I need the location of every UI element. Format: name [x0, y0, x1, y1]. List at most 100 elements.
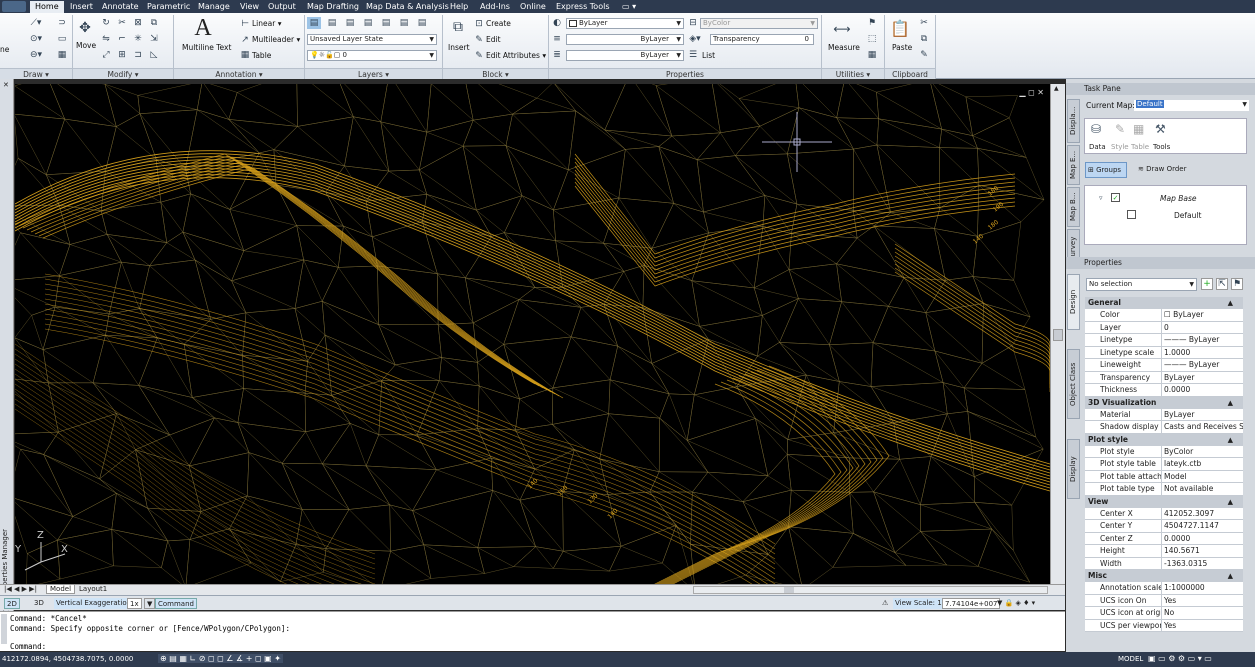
property-row[interactable]: Color ☐ ByLayer: [1085, 309, 1243, 322]
layer-previous-icon[interactable]: ▤: [344, 17, 356, 29]
scroll-thumb[interactable]: [1053, 329, 1063, 341]
tab-map-drafting[interactable]: Map Drafting: [307, 1, 359, 13]
copy-icon[interactable]: ⧉: [148, 17, 160, 29]
list-icon[interactable]: ☰: [688, 50, 698, 60]
property-row[interactable]: Shadow display Casts and Receives S...: [1085, 421, 1243, 434]
tools-icon[interactable]: ⚒: [1155, 122, 1166, 136]
layer-combo[interactable]: 💡☼🔓▢ 0 ▼: [307, 50, 437, 61]
cut-icon[interactable]: ✂: [918, 17, 930, 29]
rectangle-icon[interactable]: ▭: [56, 33, 68, 45]
collapse-icon[interactable]: ▲: [1228, 496, 1233, 508]
offset-icon[interactable]: ⊐: [132, 49, 144, 61]
linetype-combo[interactable]: ByLayer ▼: [566, 34, 684, 45]
property-row[interactable]: UCS icon at origin No: [1085, 607, 1243, 620]
properties-panel-label[interactable]: Properties: [549, 68, 821, 79]
edit-attributes-icon[interactable]: ✎: [474, 51, 484, 61]
table-button-label[interactable]: Table: [1131, 143, 1149, 151]
hatch-icon[interactable]: ▦: [56, 49, 68, 61]
property-value[interactable]: 1:1000000: [1164, 582, 1243, 594]
data-button-label[interactable]: Data: [1089, 143, 1106, 151]
property-row[interactable]: Plot style ByColor: [1085, 445, 1243, 458]
insert-block-icon[interactable]: ⧉: [448, 17, 468, 37]
property-row[interactable]: Thickness 0.0000: [1085, 384, 1243, 397]
property-category[interactable]: Plot style ▲: [1085, 433, 1243, 446]
property-value[interactable]: Casts and Receives S...: [1164, 421, 1243, 433]
h-scroll-thumb[interactable]: [784, 587, 794, 593]
default-layer-checkbox[interactable]: [1127, 210, 1136, 219]
edit-block-icon[interactable]: ✎: [474, 35, 484, 45]
annotation-panel-label[interactable]: Annotation ▾: [174, 68, 304, 79]
data-icon[interactable]: ⛁: [1091, 122, 1101, 136]
prop-tab-display[interactable]: Display: [1067, 439, 1080, 499]
measure-icon[interactable]: ⟷: [830, 21, 854, 37]
edit-label[interactable]: Edit: [486, 35, 501, 45]
color-combo[interactable]: ByLayer ▼: [566, 18, 684, 29]
collapse-icon[interactable]: ▲: [1228, 297, 1233, 309]
property-row[interactable]: Height 140.5671: [1085, 545, 1243, 558]
property-row[interactable]: Linetype scale 1.0000: [1085, 346, 1243, 359]
property-value[interactable]: 0.0000: [1164, 533, 1243, 545]
copy-clip-icon[interactable]: ⧉: [918, 33, 930, 45]
tab-view[interactable]: View: [240, 1, 259, 13]
property-category[interactable]: General ▲: [1085, 297, 1243, 309]
paste-icon[interactable]: 📋: [890, 17, 910, 39]
quick-select-icon[interactable]: ⚑: [866, 17, 878, 29]
block-panel-label[interactable]: Block ▾: [443, 68, 548, 79]
mirror-icon[interactable]: ⇋: [100, 33, 112, 45]
layer-isolate-icon[interactable]: ▤: [362, 17, 374, 29]
layer-off-icon[interactable]: ▤: [416, 17, 428, 29]
property-value[interactable]: 140.5671: [1164, 545, 1243, 557]
tools-button-label[interactable]: Tools: [1153, 143, 1170, 151]
paste-label[interactable]: Paste: [892, 43, 912, 53]
property-value[interactable]: ByLayer: [1164, 409, 1243, 421]
property-row[interactable]: Plot style table lateyk.ctb: [1085, 458, 1243, 471]
draw-order-button[interactable]: ≋ Draw Order: [1138, 162, 1208, 178]
property-category[interactable]: 3D Visualization ▲: [1085, 396, 1243, 409]
prop-tab-object-class[interactable]: Object Class: [1067, 349, 1080, 419]
multiline-text-label[interactable]: Multiline Text: [182, 43, 231, 53]
property-row[interactable]: UCS per viewport Yes: [1085, 619, 1243, 632]
tab-online[interactable]: Online: [520, 1, 546, 13]
create-label[interactable]: Create: [486, 19, 511, 29]
tab-parametric[interactable]: Parametric: [147, 1, 190, 13]
scroll-up-arrow[interactable]: ▲: [1054, 85, 1059, 92]
linear-dimension-icon[interactable]: ⊢: [240, 19, 250, 29]
rotate-icon[interactable]: ↻: [100, 17, 112, 29]
tab-home[interactable]: Home: [30, 1, 64, 13]
default-layer[interactable]: Default: [1174, 211, 1201, 220]
groups-button[interactable]: ⊞ Groups: [1085, 162, 1127, 178]
layers-panel-label[interactable]: Layers ▾: [305, 68, 442, 79]
measure-label[interactable]: Measure: [828, 43, 860, 53]
property-category[interactable]: View ▲: [1085, 495, 1243, 508]
layer-properties-icon[interactable]: ▤: [307, 17, 321, 29]
tab-insert[interactable]: Insert: [70, 1, 93, 13]
multileader-label[interactable]: Multileader ▾: [252, 35, 300, 45]
insert-label[interactable]: Insert: [448, 43, 470, 53]
task-tab-map-book[interactable]: Map B...: [1067, 187, 1080, 227]
property-value[interactable]: Not available: [1164, 483, 1243, 495]
layer-match-icon[interactable]: ▤: [326, 17, 338, 29]
property-row[interactable]: Center Y 4504727.1147: [1085, 520, 1243, 533]
move-label[interactable]: Move: [76, 41, 96, 51]
model-space-label[interactable]: MODEL: [1118, 655, 1143, 663]
property-value[interactable]: Model: [1164, 471, 1243, 483]
tab-output[interactable]: Output: [268, 1, 296, 13]
property-row[interactable]: Linetype ——— ByLayer: [1085, 334, 1243, 347]
current-map-combo[interactable]: Default ▼: [1134, 100, 1249, 111]
property-row[interactable]: Layer 0: [1085, 321, 1243, 334]
tab-manage[interactable]: Manage: [198, 1, 230, 13]
property-value[interactable]: No: [1164, 607, 1243, 619]
property-row[interactable]: Plot table attach...Model: [1085, 470, 1243, 483]
view-scale-value[interactable]: 7.74104e+007: [942, 598, 1001, 609]
task-tab-display[interactable]: Displa...: [1067, 99, 1080, 143]
viewport-window-controls[interactable]: ▁ ◻ ✕: [1019, 88, 1044, 97]
property-value[interactable]: ByColor: [1164, 446, 1243, 458]
circle-icon[interactable]: ⊙▾: [30, 33, 42, 45]
view-scale-dropdown-icon[interactable]: ▼ 🔒 ◈ ♦ ▾: [995, 598, 1037, 609]
calculator-icon[interactable]: ▦: [866, 49, 878, 61]
match-properties-icon[interactable]: ◐: [552, 18, 562, 28]
tab-layout1[interactable]: Layout1: [76, 585, 110, 593]
command-button[interactable]: Command: [155, 598, 197, 609]
property-row[interactable]: Plot table type Not available: [1085, 483, 1243, 496]
style-icon[interactable]: ✎: [1115, 122, 1125, 136]
